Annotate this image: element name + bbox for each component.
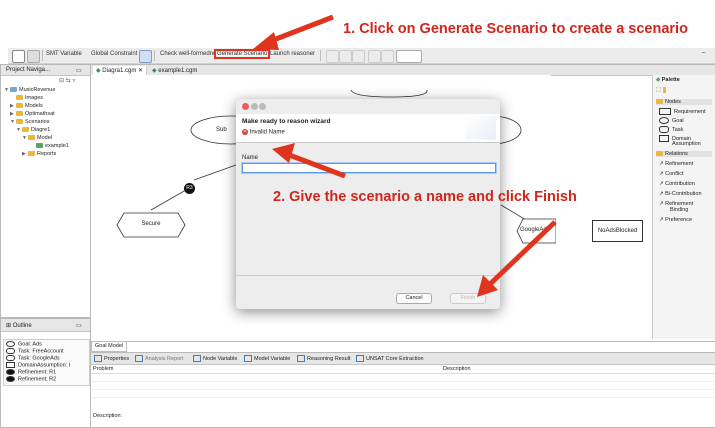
check-wellformedness-button[interactable]: Check well-formedness <box>160 51 222 57</box>
tree-item-musicrevenue[interactable]: ▼ MusicRevenue <box>4 87 55 93</box>
save-icon[interactable] <box>27 50 40 63</box>
palette-panel: ◆ Palette ⬚ Nodes Requirement Goal Task … <box>652 75 715 339</box>
palette-requirement[interactable]: Requirement <box>659 108 706 115</box>
noadsblocked-node[interactable]: NoAdsBlocked <box>592 220 643 242</box>
outline-item[interactable]: Refinement: R1 <box>6 369 56 375</box>
zoom-in-icon[interactable] <box>368 50 381 63</box>
palette-refinement-binding-line2: Binding <box>670 207 689 213</box>
redo-icon[interactable] <box>339 50 352 63</box>
error-icon: ✕ <box>242 129 248 135</box>
generate-scenario-button[interactable]: Generate Scenario <box>214 49 271 59</box>
outline-item[interactable]: Goal: Ads <box>6 341 42 347</box>
secure-node-label: Secure <box>141 221 161 227</box>
outline-panel: ⊞ Outline ▭ Goal: Ads Task: FreeAccount … <box>0 318 91 428</box>
project-navigator-tab[interactable]: Project Naviga... <box>3 66 53 74</box>
dialog-error: ✕ Invalid Name <box>242 129 285 136</box>
goal-model-tab[interactable]: Goal Model <box>91 341 128 352</box>
delete-icon[interactable] <box>352 50 365 63</box>
zoom-select[interactable] <box>396 50 422 63</box>
sub-node-fragment: Sub <box>216 127 227 133</box>
minimize-icon[interactable]: ▭ <box>73 66 85 75</box>
palette-nodes-header[interactable]: Nodes <box>656 99 712 105</box>
reasoning-result-tab[interactable]: Reasoning Result <box>297 355 350 362</box>
finish-button[interactable]: Finish <box>450 293 486 304</box>
unsat-core-extraction-tab[interactable]: UNSAT Core Extraction <box>356 355 424 362</box>
smt-variable-button[interactable]: SMT Variable <box>46 51 82 57</box>
tree-item-reports[interactable]: ▶ Reports <box>22 151 56 157</box>
new-file-icon[interactable] <box>12 50 25 63</box>
analysis-report-tab[interactable]: Analysis Report <box>135 355 184 362</box>
scenario-name-input[interactable] <box>242 163 496 173</box>
palette-refinement[interactable]: ↗ Refinement <box>659 161 693 167</box>
palette-domain-assumption-line2: Assumption <box>672 141 701 147</box>
window-menu-icon[interactable]: – <box>702 50 710 61</box>
outline-list: Goal: Ads Task: FreeAccount Task: Google… <box>3 339 90 386</box>
dialog-title: Make ready to reason wizard <box>242 118 331 125</box>
palette-relations-header[interactable]: Relations <box>656 151 712 157</box>
constraint-icon[interactable] <box>139 50 152 63</box>
window-controls <box>242 103 267 112</box>
zoom-window-button[interactable] <box>259 103 267 110</box>
problem-column-header[interactable]: Problem <box>93 366 113 372</box>
node-variable-tab[interactable]: Node Variable <box>193 355 237 362</box>
name-label: Name <box>242 155 259 161</box>
annotation-step2: 2. Give the scenario a name and click Fi… <box>273 189 577 205</box>
tree-item-models[interactable]: ▶ Models <box>10 103 43 109</box>
undo-icon[interactable] <box>326 50 339 63</box>
outline-item[interactable]: Task: FreeAccount <box>6 348 64 354</box>
description-column-header[interactable]: Description <box>443 366 471 372</box>
minimize-window-button[interactable] <box>250 103 258 110</box>
tree-item-example1[interactable]: example1 <box>36 143 69 149</box>
wizard-banner-graphic <box>466 116 496 140</box>
project-navigator-panel: Project Naviga... ▭ ⊟ ⇆ ▿ ▼ MusicRevenue … <box>0 64 91 318</box>
dialog-header: Make ready to reason wizard ✕ Invalid Na… <box>236 114 500 143</box>
launch-reasoner-button[interactable]: Launch reasoner <box>270 51 315 57</box>
zoom-out-icon[interactable] <box>381 50 394 63</box>
r3-refinement-node[interactable]: R3 <box>184 183 195 194</box>
outline-minimize-icon[interactable]: ▭ <box>73 321 85 330</box>
description-label: Description: <box>93 413 123 419</box>
outline-item[interactable]: DomainAssumption: I <box>6 362 70 368</box>
palette-select-tools[interactable]: ⬚ <box>656 87 666 93</box>
global-constraint-button[interactable]: Global Constraint <box>91 51 137 57</box>
navigator-toolbar-icons[interactable]: ⊟ ⇆ ▿ <box>59 77 75 84</box>
bottom-panel: Properties Analysis Report Node Variable… <box>90 352 715 428</box>
palette-title: ◆ Palette <box>656 77 680 83</box>
palette-preference[interactable]: ↗ Preference <box>659 217 692 223</box>
properties-tab[interactable]: Properties <box>94 355 129 362</box>
main-toolbar: SMT Variable Global Constraint Check wel… <box>8 48 715 64</box>
tree-item-optimathsat[interactable]: ▶ Optimathsat <box>10 111 55 117</box>
cancel-button[interactable]: Cancel <box>396 293 432 304</box>
palette-goal[interactable]: Goal <box>659 117 684 124</box>
tree-item-images[interactable]: Images <box>16 95 43 101</box>
tree-item-scenarios[interactable]: ▼ Scenarios <box>10 119 49 125</box>
googleads-node-label: GoogleAds <box>520 227 550 233</box>
editor-tab-example1[interactable]: ◆ example1.cgm <box>149 66 200 75</box>
palette-contribution[interactable]: ↗ Contribution <box>659 181 695 187</box>
editor-tab-diagra1[interactable]: ◆ Diagra1.cgm ✕ <box>93 66 148 75</box>
palette-bi-contribution[interactable]: ↗ Bi-Contribution <box>659 191 702 197</box>
palette-task[interactable]: Task <box>659 126 683 133</box>
annotation-step1: 1. Click on Generate Scenario to create … <box>343 21 688 37</box>
outline-item[interactable]: Task: GoogleAds <box>6 355 60 361</box>
tree-item-diagre1[interactable]: ▼ Diagre1 <box>16 127 50 133</box>
palette-conflict[interactable]: ↗ Conflict <box>659 171 683 177</box>
tree-item-model[interactable]: ▼ Model <box>22 135 52 141</box>
outline-tab[interactable]: ⊞ Outline <box>3 321 35 330</box>
outline-item[interactable]: Refinement: R2 <box>6 376 56 382</box>
close-window-button[interactable] <box>242 103 249 110</box>
model-variable-tab[interactable]: Model Variable <box>244 355 290 362</box>
